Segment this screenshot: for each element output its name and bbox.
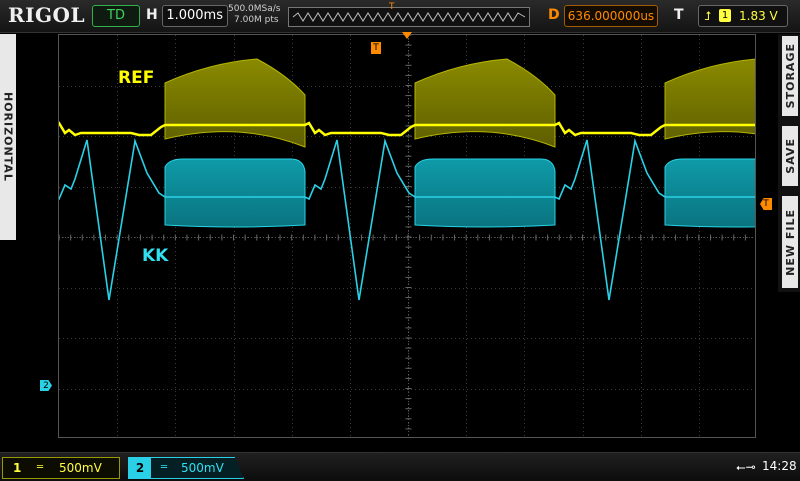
tab-horizontal[interactable]: HORIZONTAL (0, 34, 16, 240)
tab-storage[interactable]: STORAGE (782, 36, 798, 116)
ch1-burst (664, 58, 755, 140)
memory-overview-bar: T (288, 2, 530, 27)
label-kk: KK (142, 246, 169, 266)
run-status-badge[interactable]: TD (92, 5, 140, 27)
dc-coupling-icon: ═ (37, 462, 44, 473)
ch2-offset-marker[interactable]: 2 (40, 380, 52, 391)
trigger-position-marker[interactable]: T (371, 42, 381, 54)
ch2-number: 2 (129, 458, 151, 478)
trigger-level-value: 1.83 V (739, 9, 778, 23)
trigger-source-badge: 1 (719, 9, 731, 22)
ch2-burst (164, 158, 306, 228)
tab-save-label: SAVE (783, 138, 797, 174)
ch1-burst (164, 58, 306, 148)
ch1-trace (59, 121, 755, 137)
clock: 14:28 (762, 459, 797, 473)
timebase-value[interactable]: 1.000ms (162, 5, 228, 27)
ch2-burst (664, 158, 755, 228)
tab-new-file-label: NEW FILE (783, 208, 797, 276)
trigger-label: T (674, 7, 684, 23)
ch1-burst (414, 58, 556, 148)
bottom-channel-bar: 1 ═ 500mV 2 ═ 500mV ⭠⊸ 14:28 (0, 452, 800, 481)
dc-coupling-icon: ═ (161, 462, 168, 473)
memory-depth: 7.00M pts (234, 15, 279, 25)
horizontal-label: H (146, 7, 158, 23)
sample-rate: 500.0MSa/s (228, 4, 281, 14)
tab-horizontal-label: HORIZONTAL (1, 92, 15, 182)
ch1-scale: 500mV (59, 461, 102, 475)
overview-trigger-marker: T (389, 2, 395, 12)
ch1-settings[interactable]: 1 ═ 500mV (2, 457, 120, 479)
delay-value[interactable]: 636.000000us (564, 5, 658, 27)
waveform-display[interactable] (58, 34, 756, 438)
memory-overview-waveform (292, 12, 526, 22)
label-ref: REF (118, 68, 155, 88)
ch1-number: 1 (13, 461, 22, 475)
ch2-settings[interactable]: 2 ═ 500mV (128, 457, 244, 479)
ch2-burst-group (164, 158, 755, 228)
top-status-bar: RIGOL TD H 1.000ms 500.0MSa/s 7.00M pts … (0, 0, 800, 33)
tab-save[interactable]: SAVE (782, 126, 798, 186)
trigger-level-marker[interactable]: T (760, 198, 772, 210)
tab-new-file[interactable]: NEW FILE (782, 196, 798, 288)
horizontal-position-marker[interactable] (402, 32, 412, 39)
tab-storage-label: STORAGE (783, 43, 797, 109)
ch2-burst (414, 158, 556, 228)
waveforms (59, 58, 755, 301)
delay-label: D (548, 7, 560, 23)
ch2-scale: 500mV (181, 461, 224, 475)
rising-edge-icon: ⮥ (704, 9, 712, 23)
trigger-settings[interactable]: ⮥ 1 1.83 V (698, 5, 788, 27)
ch2-trace (59, 137, 755, 301)
usb-icon: ⭠⊸ (736, 460, 756, 474)
brand-logo: RIGOL (8, 3, 86, 27)
